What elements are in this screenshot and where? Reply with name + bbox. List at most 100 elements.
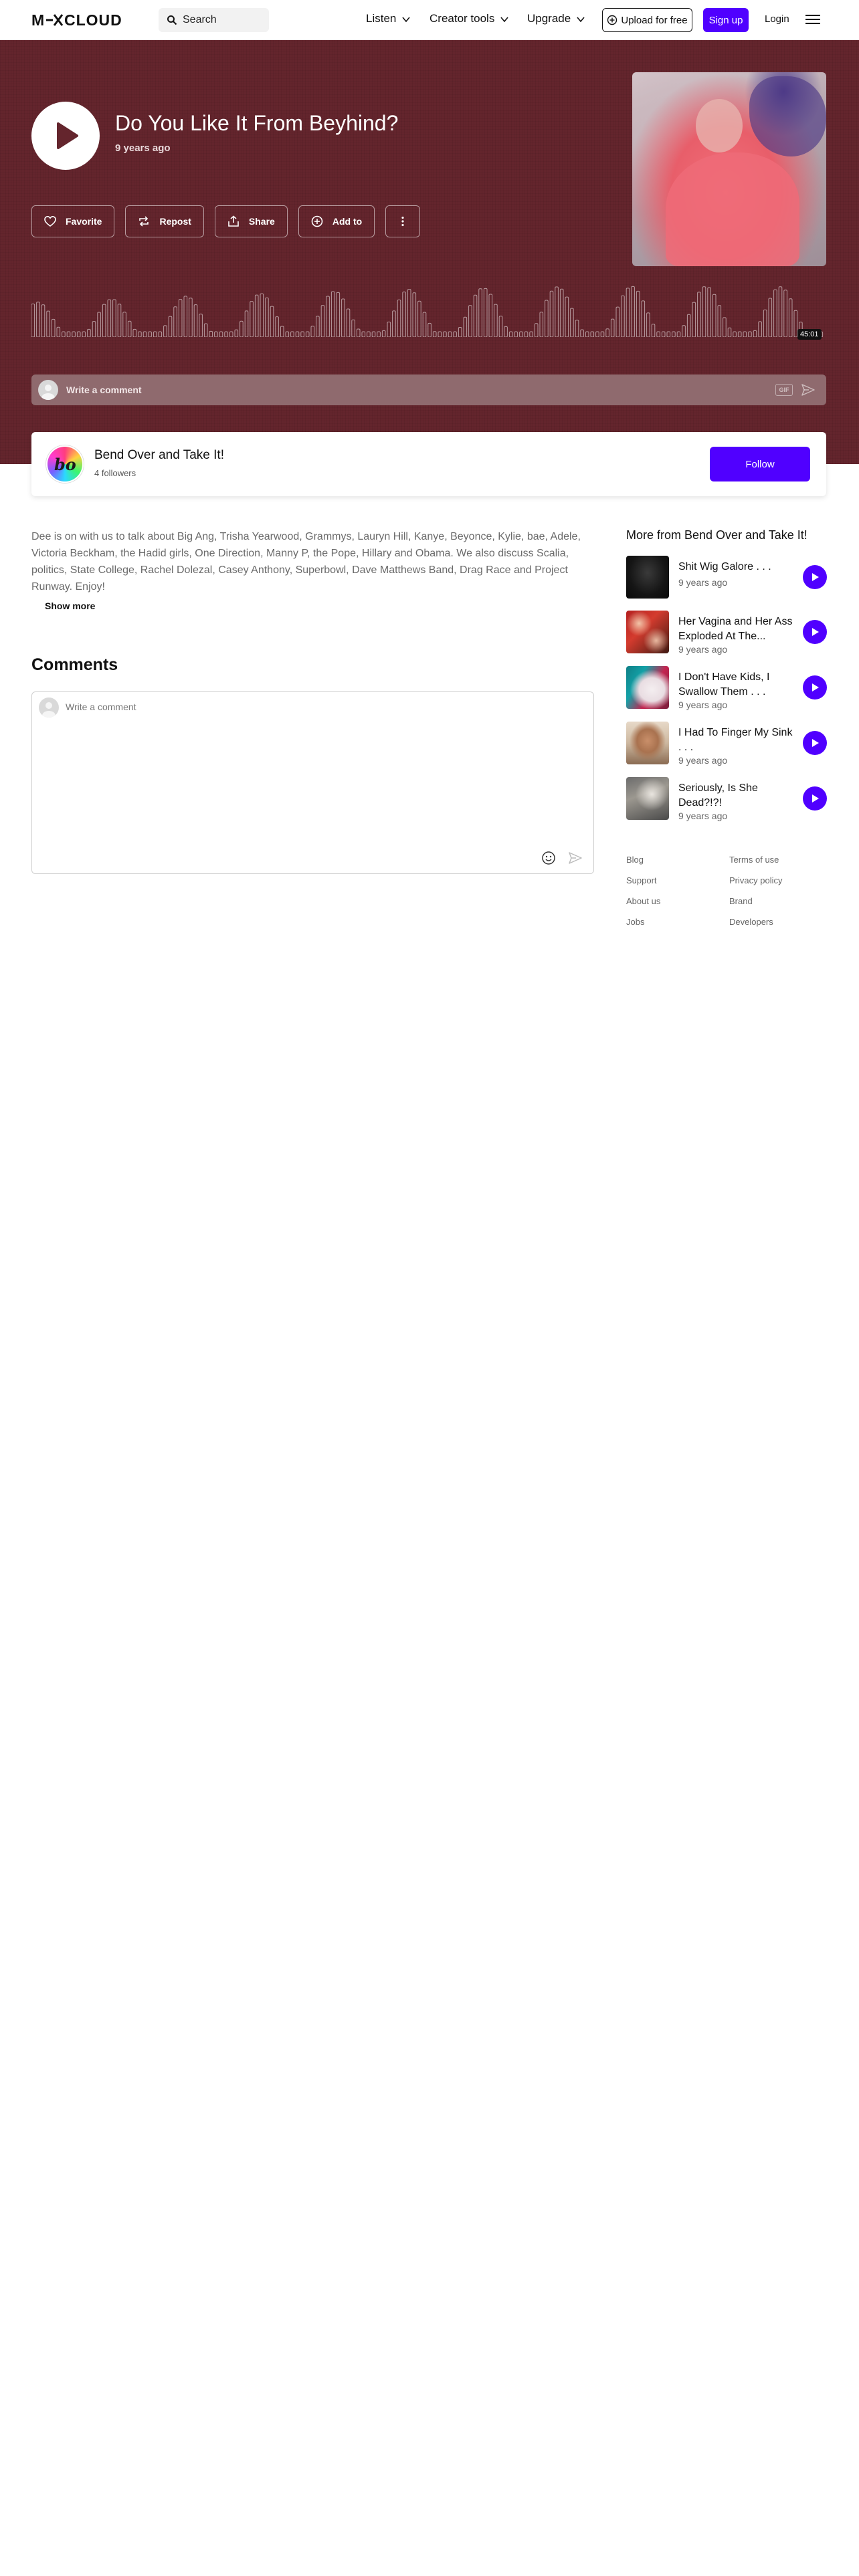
- user-avatar: [39, 697, 59, 718]
- share-button[interactable]: Share: [214, 205, 288, 237]
- waveform-bar: [178, 299, 183, 337]
- waveform-bar: [102, 304, 106, 337]
- upload-for-free-button[interactable]: Upload for free: [602, 8, 692, 32]
- waveform-bar: [280, 326, 284, 337]
- waveform-bar: [483, 288, 488, 337]
- user-placeholder-icon: [42, 702, 56, 718]
- play-icon: [812, 739, 819, 747]
- waveform-bar: [743, 331, 747, 337]
- show-thumbnail: [626, 556, 669, 599]
- emoji-icon[interactable]: [541, 851, 556, 865]
- more-show-item[interactable]: I Don't Have Kids, I Swallow Them . . . …: [626, 666, 827, 710]
- footer-link-jobs[interactable]: Jobs: [626, 917, 644, 927]
- waveform-bar: [51, 318, 56, 337]
- sign-up-button[interactable]: Sign up: [703, 8, 749, 32]
- waveform-bar: [737, 331, 742, 337]
- waveform-bar: [392, 310, 396, 337]
- audio-waveform[interactable]: [31, 284, 826, 337]
- waveform-bar: [498, 316, 503, 337]
- waveform-bar: [76, 331, 81, 337]
- waveform-bar: [41, 304, 45, 337]
- artist-name[interactable]: Bend Over and Take It!: [94, 448, 224, 463]
- waveform-bar: [189, 298, 193, 337]
- footer-link-blog[interactable]: Blog: [626, 855, 644, 865]
- waveform-bar: [356, 328, 361, 337]
- nav-upgrade[interactable]: Upgrade: [527, 12, 585, 25]
- waveform-bar: [381, 330, 386, 337]
- share-label: Share: [248, 216, 275, 227]
- send-icon[interactable]: [568, 851, 583, 865]
- waveform-bar: [758, 321, 762, 337]
- waveform-bar: [610, 318, 615, 337]
- play-button[interactable]: [803, 731, 827, 755]
- waveform-bar: [183, 296, 188, 337]
- waveform-bar: [595, 331, 599, 337]
- footer-link-about-us[interactable]: About us: [626, 896, 660, 906]
- more-vertical-icon: [401, 216, 404, 227]
- search-input[interactable]: Search: [159, 8, 269, 32]
- waveform-bar: [585, 331, 589, 337]
- waveform-bar: [672, 331, 676, 337]
- hero-comment-input[interactable]: Write a comment GIF: [31, 374, 826, 405]
- waveform-bar: [330, 291, 335, 337]
- favorite-button[interactable]: Favorite: [31, 205, 115, 237]
- waveform-bar: [783, 290, 787, 337]
- waveform-bar: [707, 287, 711, 337]
- waveform-bar: [458, 327, 462, 337]
- play-icon: [812, 573, 819, 581]
- play-button[interactable]: [803, 565, 827, 589]
- show-more-button[interactable]: Show more: [45, 601, 95, 611]
- add-to-button[interactable]: Add to: [298, 205, 375, 237]
- nav-creator-tools[interactable]: Creator tools: [430, 12, 509, 25]
- waveform-bar: [371, 331, 376, 337]
- footer-link-terms[interactable]: Terms of use: [729, 855, 779, 865]
- comment-placeholder: Write a comment: [66, 385, 142, 395]
- comment-textarea[interactable]: Write a comment: [31, 691, 594, 874]
- footer-link-privacy[interactable]: Privacy policy: [729, 875, 782, 885]
- footer-link-developers[interactable]: Developers: [729, 917, 773, 927]
- login-link[interactable]: Login: [765, 13, 789, 25]
- waveform-bar: [600, 331, 605, 337]
- waveform-bar: [320, 305, 325, 337]
- follow-button[interactable]: Follow: [710, 447, 810, 481]
- hamburger-menu-icon[interactable]: [805, 13, 820, 26]
- waveform-bar: [224, 331, 228, 337]
- more-show-item[interactable]: Her Vagina and Her Ass Exploded At The..…: [626, 611, 827, 655]
- more-options-button[interactable]: [385, 205, 421, 237]
- play-button[interactable]: [803, 675, 827, 700]
- waveform-bar: [46, 310, 50, 337]
- play-button[interactable]: [31, 102, 100, 170]
- waveform-bar: [534, 323, 539, 337]
- waveform-bar: [539, 312, 544, 337]
- artist-avatar[interactable]: bo: [46, 445, 84, 483]
- footer-link-support[interactable]: Support: [626, 875, 657, 885]
- repost-button[interactable]: Repost: [125, 205, 204, 237]
- waveform-bar: [712, 294, 717, 337]
- gif-button[interactable]: GIF: [775, 384, 793, 396]
- waveform-bar: [559, 288, 564, 337]
- waveform-bar: [310, 326, 315, 337]
- more-show-item[interactable]: Seriously, Is She Dead?!?! 9 years ago: [626, 777, 827, 821]
- waveform-bar: [717, 305, 722, 337]
- nav-upgrade-label: Upgrade: [527, 12, 571, 25]
- play-button[interactable]: [803, 620, 827, 644]
- track-duration: 45:01: [797, 329, 822, 340]
- footer-link-brand[interactable]: Brand: [729, 896, 753, 906]
- waveform-bar: [275, 316, 279, 337]
- waveform-bar: [666, 331, 671, 337]
- waveform-bar: [326, 296, 330, 337]
- play-button[interactable]: [803, 786, 827, 811]
- more-show-item[interactable]: I Had To Finger My Sink . . . 9 years ag…: [626, 722, 827, 766]
- waveform-bar: [229, 331, 233, 337]
- plus-circle-icon: [311, 215, 323, 227]
- more-show-item[interactable]: Shit Wig Galore . . . 9 years ago: [626, 556, 827, 600]
- waveform-bar: [87, 328, 91, 337]
- waveform-bar: [763, 309, 767, 337]
- mixcloud-logo[interactable]: M CLOUD: [31, 11, 147, 29]
- svg-text:CLOUD: CLOUD: [64, 13, 122, 27]
- nav-listen[interactable]: Listen: [366, 12, 411, 25]
- play-icon: [57, 122, 78, 149]
- waveform-bar: [504, 326, 508, 337]
- waveform-bar: [723, 317, 727, 337]
- send-icon[interactable]: [801, 383, 816, 397]
